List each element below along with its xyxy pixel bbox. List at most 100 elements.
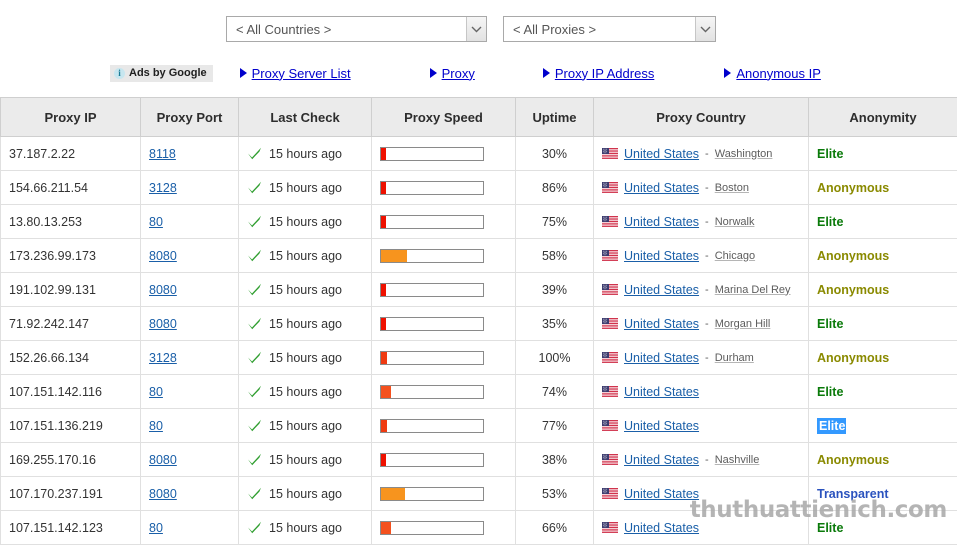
proxy-port-link[interactable]: 80 — [149, 419, 163, 433]
cell-proxy-port[interactable]: 8080 — [141, 239, 239, 273]
cell-uptime: 30% — [516, 137, 594, 171]
proxy-select[interactable]: < All Proxies > — [503, 16, 716, 42]
proxy-port-link[interactable]: 8080 — [149, 283, 177, 297]
column-header-last-check[interactable]: Last Check — [239, 98, 372, 137]
proxy-port-link[interactable]: 80 — [149, 385, 163, 399]
cell-proxy-port[interactable]: 80 — [141, 511, 239, 545]
cell-anonymity: Elite — [809, 307, 957, 341]
cell-proxy-port[interactable]: 8118 — [141, 137, 239, 171]
green-check-icon — [247, 453, 262, 466]
proxy-port-link[interactable]: 3128 — [149, 181, 177, 195]
green-check-icon — [247, 283, 262, 296]
speed-bar — [380, 385, 484, 399]
cell-anonymity: Elite — [809, 137, 957, 171]
cell-proxy-country: United States - Washington — [594, 137, 809, 171]
proxy-country-link[interactable]: United States — [624, 385, 699, 399]
chevron-down-icon[interactable] — [466, 17, 486, 41]
anonymity-label: Elite — [817, 418, 846, 434]
proxy-country-link[interactable]: United States — [624, 215, 699, 229]
proxy-country-link[interactable]: United States — [624, 317, 699, 331]
proxy-country-link[interactable]: United States — [624, 487, 699, 501]
cell-proxy-country: United States - Chicago — [594, 239, 809, 273]
proxy-port-link[interactable]: 8118 — [149, 147, 176, 161]
proxy-port-link[interactable]: 80 — [149, 215, 163, 229]
proxy-country-link[interactable]: United States — [624, 147, 699, 161]
speed-bar-fill — [381, 488, 405, 500]
cell-proxy-port[interactable]: 80 — [141, 409, 239, 443]
speed-bar — [380, 283, 484, 297]
anonymity-label: Elite — [817, 147, 843, 161]
green-check-icon — [247, 317, 262, 330]
speed-bar-fill — [381, 250, 407, 262]
proxy-port-link[interactable]: 8080 — [149, 249, 177, 263]
proxy-country-link[interactable]: United States — [624, 283, 699, 297]
cell-proxy-speed — [372, 239, 516, 273]
speed-bar — [380, 487, 484, 501]
speed-bar-fill — [381, 148, 386, 160]
column-header-anonymity[interactable]: Anonymity — [809, 98, 957, 137]
proxy-port-link[interactable]: 80 — [149, 521, 163, 535]
proxy-port-link[interactable]: 8080 — [149, 317, 177, 331]
cell-proxy-country: United States — [594, 511, 809, 545]
column-header-proxy-port[interactable]: Proxy Port — [141, 98, 239, 137]
ad-link-label: Proxy Server List — [252, 66, 351, 81]
cell-last-check: 15 hours ago — [239, 477, 372, 511]
proxy-country-link[interactable]: United States — [624, 351, 699, 365]
proxy-country-link[interactable]: United States — [624, 249, 699, 263]
table-row: 37.187.2.22811815 hours ago30%United Sta… — [1, 137, 957, 171]
us-flag-icon — [602, 216, 618, 227]
cell-proxy-speed — [372, 511, 516, 545]
column-header-proxy-ip[interactable]: Proxy IP — [1, 98, 141, 137]
cell-proxy-speed — [372, 375, 516, 409]
ads-by-google-badge[interactable]: i Ads by Google — [110, 65, 213, 82]
cell-proxy-port[interactable]: 3128 — [141, 171, 239, 205]
us-flag-icon — [602, 386, 618, 397]
country-select[interactable]: < All Countries > — [226, 16, 487, 42]
cell-uptime: 66% — [516, 511, 594, 545]
cell-anonymity: Transparent — [809, 477, 957, 511]
column-header-proxy-speed[interactable]: Proxy Speed — [372, 98, 516, 137]
table-row: 107.151.142.1238015 hours ago66%United S… — [1, 511, 957, 545]
cell-proxy-country: United States — [594, 375, 809, 409]
city-separator: - — [705, 182, 709, 194]
cell-proxy-port[interactable]: 80 — [141, 375, 239, 409]
cell-anonymity: Elite — [809, 511, 957, 545]
city-separator: - — [705, 216, 709, 228]
cell-proxy-port[interactable]: 8080 — [141, 477, 239, 511]
proxy-city: Marina Del Rey — [715, 284, 791, 296]
info-icon: i — [114, 68, 125, 79]
last-check-text: 15 hours ago — [269, 351, 342, 365]
anonymity-label: Elite — [817, 385, 843, 399]
cell-proxy-port[interactable]: 8080 — [141, 273, 239, 307]
speed-bar — [380, 215, 484, 229]
proxy-country-link[interactable]: United States — [624, 181, 699, 195]
anonymity-label: Anonymous — [817, 351, 889, 365]
cell-proxy-port[interactable]: 3128 — [141, 341, 239, 375]
cell-proxy-speed — [372, 205, 516, 239]
column-header-proxy-country[interactable]: Proxy Country — [594, 98, 809, 137]
last-check-text: 15 hours ago — [269, 453, 342, 467]
chevron-down-icon[interactable] — [695, 17, 715, 41]
green-check-icon — [247, 521, 262, 534]
proxy-list-table: Proxy IP Proxy Port Last Check Proxy Spe… — [0, 97, 957, 545]
ad-link-proxy[interactable]: Proxy — [430, 66, 475, 81]
column-header-uptime[interactable]: Uptime — [516, 98, 594, 137]
ad-link-anonymous-ip[interactable]: Anonymous IP — [724, 66, 821, 81]
proxy-country-link[interactable]: United States — [624, 453, 699, 467]
proxy-country-link[interactable]: United States — [624, 521, 699, 535]
ad-link-proxy-ip-address[interactable]: Proxy IP Address — [543, 66, 654, 81]
speed-bar-fill — [381, 182, 386, 194]
cell-uptime: 74% — [516, 375, 594, 409]
speed-bar-fill — [381, 454, 386, 466]
proxy-country-link[interactable]: United States — [624, 419, 699, 433]
cell-proxy-port[interactable]: 80 — [141, 205, 239, 239]
ads-row: i Ads by Google Proxy Server List Proxy … — [0, 58, 957, 88]
cell-proxy-port[interactable]: 8080 — [141, 443, 239, 477]
last-check-text: 15 hours ago — [269, 249, 342, 263]
proxy-port-link[interactable]: 8080 — [149, 453, 177, 467]
cell-proxy-ip: 37.187.2.22 — [1, 137, 141, 171]
proxy-port-link[interactable]: 3128 — [149, 351, 177, 365]
proxy-port-link[interactable]: 8080 — [149, 487, 177, 501]
cell-proxy-port[interactable]: 8080 — [141, 307, 239, 341]
ad-link-proxy-server-list[interactable]: Proxy Server List — [240, 66, 351, 81]
